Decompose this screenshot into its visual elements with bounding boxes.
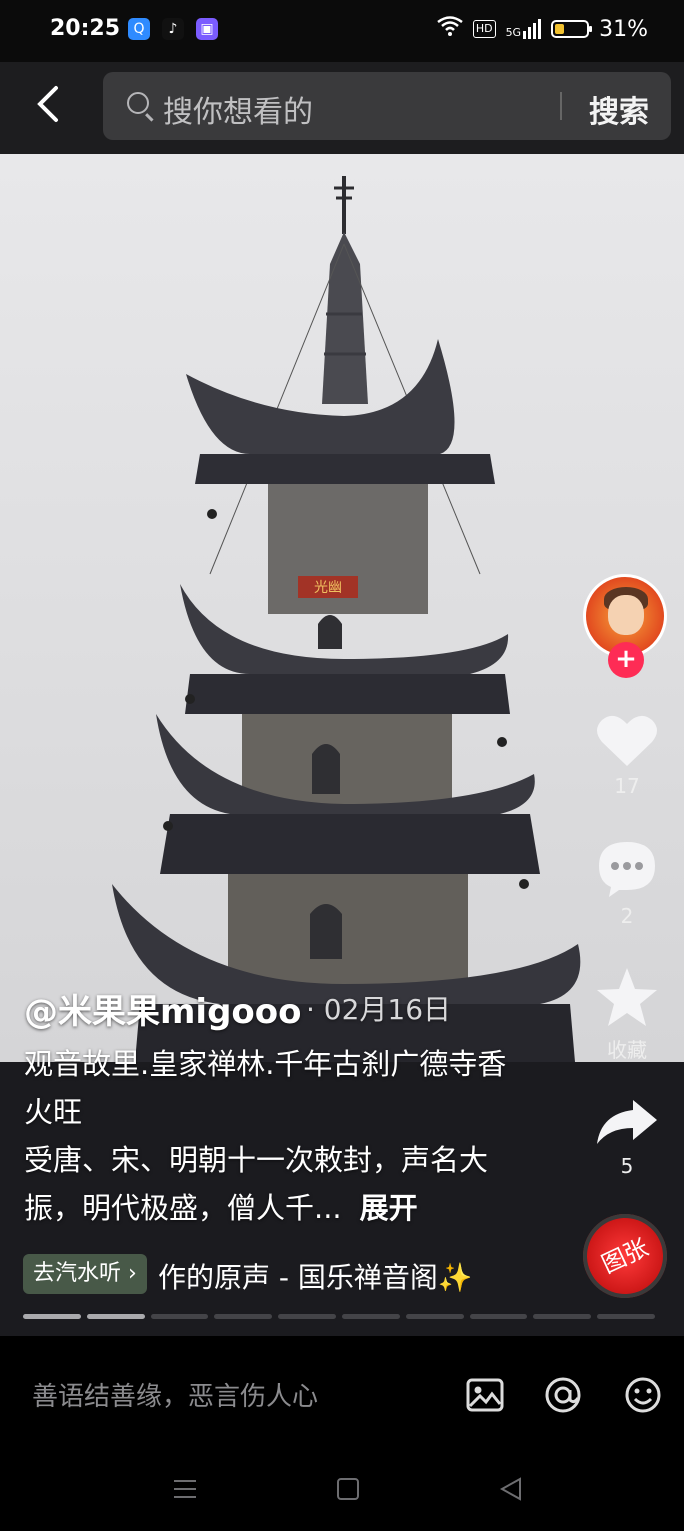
hd-badge: HD [472, 20, 496, 38]
video-progress[interactable] [23, 1314, 655, 1319]
like-button[interactable]: 17 [594, 712, 660, 798]
progress-segment [533, 1314, 592, 1319]
post-date: · 02月16日 [306, 993, 452, 1026]
progress-segment [469, 1314, 528, 1319]
description-line-2: 受唐、宋、明朝十一次敕封，声名大振，明代极盛，僧人千... 展开 [24, 1143, 489, 1225]
progress-segment [150, 1314, 209, 1319]
search-app-icon: Q [128, 18, 150, 40]
author-name[interactable]: @米果果migooo [24, 984, 302, 1033]
progress-segment [86, 1314, 145, 1319]
progress-segment [278, 1314, 336, 1319]
share-count: 5 [620, 1154, 634, 1178]
music-title[interactable]: 作的原声 - 国乐禅音阁✨ [158, 1256, 473, 1296]
battery-percent: 31% [599, 16, 648, 42]
video-player[interactable]: 光幽 + 17 2 收藏 5 @米果果migooo · 02月16日 观音故里.… [0, 154, 684, 1336]
menu-icon[interactable] [172, 1476, 198, 1502]
back-button[interactable] [34, 84, 62, 131]
at-mention-icon[interactable] [544, 1376, 582, 1414]
description-line-1: 观音故里.皇家禅林.千年古刹广德寺香火旺 [24, 1047, 507, 1129]
progress-segment [597, 1314, 655, 1319]
battery-icon [551, 20, 593, 38]
share-button[interactable]: 5 [594, 1098, 660, 1178]
follow-button[interactable]: + [608, 642, 644, 678]
status-icons: HD 5G 31% [437, 16, 648, 42]
clock: 20:25 [50, 16, 121, 41]
favorite-label: 收藏 [607, 1038, 647, 1062]
search-input[interactable]: 搜你想看的 [163, 87, 313, 131]
status-bar: 20:25 Q ♪ ▣ HD 5G 31% [0, 0, 684, 62]
favorite-button[interactable]: 收藏 [594, 966, 660, 1063]
signal-icon: 5G [506, 19, 542, 39]
tiktok-icon: ♪ [162, 18, 184, 40]
wifi-icon [437, 16, 463, 42]
search-divider [560, 92, 562, 120]
heart-icon [597, 715, 657, 766]
music-chip[interactable]: 去汽水听 › [23, 1254, 147, 1294]
progress-segment [405, 1314, 464, 1319]
chat-app-icon: ▣ [196, 18, 218, 40]
comment-button[interactable]: 2 [594, 840, 660, 928]
chevron-right-icon: › [128, 1261, 137, 1286]
progress-segment [341, 1314, 400, 1319]
system-nav-bar [0, 1446, 684, 1531]
home-square-icon[interactable] [336, 1476, 360, 1502]
comment-count: 2 [620, 904, 634, 928]
progress-segment [23, 1314, 81, 1319]
search-header: 搜你想看的 搜索 [0, 62, 684, 154]
comment-input[interactable]: 善语结善缘，恶言伤人心 [32, 1376, 318, 1413]
chevron-left-icon [37, 86, 58, 122]
comment-bar: 善语结善缘，恶言伤人心 [0, 1336, 684, 1446]
search-box[interactable]: 搜你想看的 搜索 [103, 72, 671, 140]
search-button[interactable]: 搜索 [589, 87, 649, 131]
search-icon [127, 92, 149, 114]
progress-segment [214, 1314, 273, 1319]
star-icon [597, 968, 657, 1026]
like-count: 17 [614, 774, 640, 798]
image-icon[interactable] [466, 1376, 504, 1414]
emoji-icon[interactable] [624, 1376, 662, 1414]
video-description[interactable]: 观音故里.皇家禅林.千年古刹广德寺香火旺 受唐、宋、明朝十一次敕封，声名大振，明… [24, 1040, 524, 1232]
expand-button[interactable]: 展开 [360, 1191, 418, 1225]
share-arrow-icon [597, 1100, 657, 1144]
back-triangle-icon[interactable] [498, 1476, 524, 1502]
comment-icon [599, 842, 655, 897]
pagoda-plaque: 光幽 [314, 580, 342, 596]
